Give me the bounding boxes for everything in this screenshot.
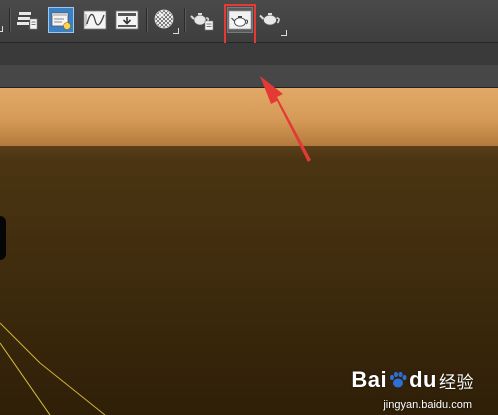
logo-text: 经验	[439, 372, 474, 392]
logo-text: Bai	[351, 367, 388, 392]
render-setup-button[interactable]	[190, 7, 216, 33]
toolbar-separator	[146, 8, 148, 32]
curve-editor-icon	[83, 9, 107, 31]
schematic-view-icon	[115, 9, 139, 31]
perspective-viewport[interactable]	[0, 88, 498, 415]
main-toolbar	[0, 0, 498, 49]
curve-editor-button[interactable]	[82, 7, 108, 33]
render-production-button[interactable]	[258, 7, 287, 36]
render-setup-teapot-icon	[190, 8, 216, 32]
watermark-url: jingyan.baidu.com	[383, 399, 472, 411]
baidu-watermark: Bai du 经验 jingyan.baidu.com	[314, 367, 474, 411]
toolbar-separator	[9, 8, 11, 32]
panel-bar	[0, 65, 498, 88]
grid-line	[0, 342, 51, 415]
schematic-view-button[interactable]	[114, 7, 140, 33]
scene-explorer-icon	[50, 9, 72, 31]
grid-line	[39, 362, 106, 415]
grid-line	[0, 322, 41, 364]
flyout-indicator	[173, 28, 179, 34]
paw-icon	[388, 370, 408, 390]
render-teapot-icon	[258, 8, 284, 32]
baidu-logo: Bai du 经验	[351, 367, 474, 393]
flyout-indicator	[281, 30, 287, 36]
layers-icon	[16, 9, 38, 31]
logo-text: du	[409, 367, 437, 392]
layer-explorer-button[interactable]	[14, 7, 40, 33]
flyout-indicator	[0, 26, 3, 32]
toolbar-separator	[184, 8, 186, 32]
ribbon-strip	[0, 43, 498, 65]
max-window: Bai du 经验 jingyan.baidu.com	[0, 0, 498, 415]
viewport-grid	[0, 322, 106, 415]
material-editor-button[interactable]	[152, 7, 179, 34]
scene-explorer-button[interactable]	[48, 7, 74, 33]
